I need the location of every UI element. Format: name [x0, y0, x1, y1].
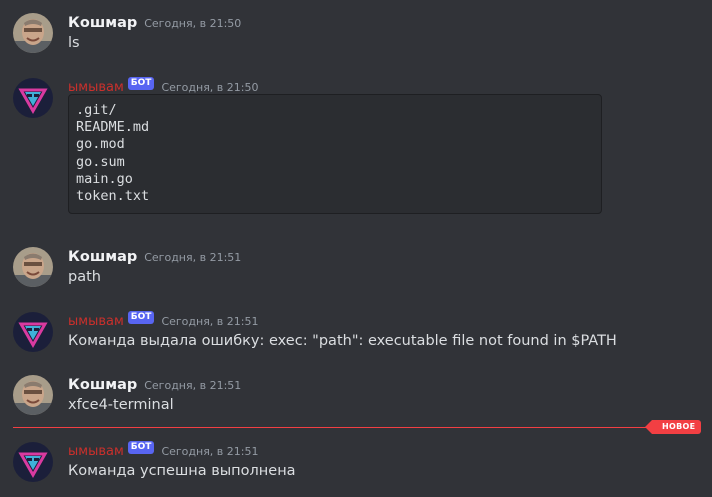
code-line: .git/ [76, 102, 117, 118]
timestamp: Сегодня, в 21:51 [161, 444, 259, 458]
username[interactable]: Кошмар [68, 377, 137, 393]
code-block: .git/ README.md go.mod go.sum main.go to… [68, 94, 602, 214]
username[interactable]: Кошмар [68, 249, 137, 265]
message-text: ls [68, 35, 80, 51]
bot-badge: БОТ [127, 310, 155, 324]
code-line: main.go [76, 170, 133, 187]
bot-avatar[interactable] [13, 78, 53, 118]
message-text: path [68, 269, 101, 285]
user-avatar[interactable] [13, 13, 53, 53]
code-line: README.md [76, 119, 150, 136]
bot-username[interactable]: ымывам [68, 444, 124, 459]
timestamp: Сегодня, в 21:50 [161, 80, 259, 94]
new-messages-divider [13, 427, 653, 428]
bot-avatar[interactable] [13, 442, 53, 482]
timestamp: Сегодня, в 21:51 [144, 378, 242, 392]
bot-badge: БОТ [127, 76, 155, 90]
message-text: xfce4-terminal [68, 397, 174, 413]
message-text: Команда выдала ошибку: exec: "path": exe… [68, 333, 617, 349]
message-header: Кошмар Сегодня, в 21:51 [68, 247, 241, 267]
message-header: ымывам БОТ Сегодня, в 21:51 [68, 440, 259, 461]
message-header: Кошмар Сегодня, в 21:51 [68, 375, 241, 395]
user-avatar[interactable] [13, 375, 53, 415]
timestamp: Сегодня, в 21:50 [144, 16, 242, 30]
bot-username[interactable]: ымывам [68, 314, 124, 329]
message-header: ымывам БОТ Сегодня, в 21:51 [68, 310, 259, 331]
code-line: go.mod [76, 136, 125, 153]
user-avatar[interactable] [13, 247, 53, 287]
timestamp: Сегодня, в 21:51 [144, 250, 242, 264]
message-text: Команда успешна выполнена [68, 463, 296, 479]
bot-avatar[interactable] [13, 312, 53, 352]
code-line: token.txt [76, 188, 150, 205]
bot-badge: БОТ [127, 440, 155, 454]
bot-username[interactable]: ымывам [68, 80, 124, 95]
new-messages-label: НОВОЕ [644, 420, 702, 434]
message-header: Кошмар Сегодня, в 21:50 [68, 13, 241, 33]
username[interactable]: Кошмар [68, 15, 137, 31]
code-line: go.sum [76, 153, 125, 170]
timestamp: Сегодня, в 21:51 [161, 314, 259, 328]
